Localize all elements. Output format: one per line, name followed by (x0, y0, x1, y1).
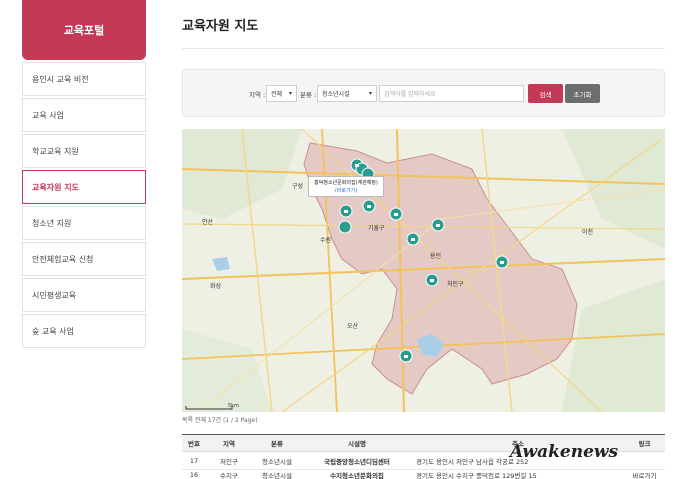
category-select[interactable]: 청소년시설 ▾ (317, 85, 377, 102)
row-region: 수지구 (220, 471, 238, 479)
watermark-text: Awakenews (510, 442, 619, 462)
col-header-name: 시설명 (348, 440, 366, 448)
result-count: 목록 전체 17건 (1 / 2 Page) (182, 417, 258, 424)
map-canvas (182, 129, 665, 412)
map-place-label: 용인 (430, 253, 442, 260)
search-panel: 지역 : 전체 ▾ 분류 : 청소년시설 ▾ 검색어를 입력하세요 검색 초기화 (182, 69, 665, 117)
col-header-link: 링크 (638, 440, 651, 448)
row-name: 국립중앙청소년디딤센터 (324, 457, 390, 466)
category-select-value: 청소년시설 (322, 91, 350, 98)
map-place-label: 오산 (347, 323, 359, 330)
tooltip-link[interactable]: (바로가기) (311, 187, 381, 194)
row-name: 수지청소년문화의집 (330, 471, 384, 479)
map-scale-label: 5km (228, 403, 239, 409)
region-select[interactable]: 전체 ▾ (266, 85, 297, 102)
chevron-down-icon: ▾ (368, 90, 372, 97)
col-header-category: 분류 (271, 440, 283, 448)
col-header-region: 지역 (223, 440, 235, 448)
row-category: 청소년시설 (262, 457, 292, 466)
chevron-down-icon: ▾ (288, 90, 292, 97)
col-header-no: 번호 (188, 440, 200, 448)
map-tooltip: 흥덕청소년문화의집(계관예정) (바로가기) (308, 176, 384, 197)
sidebar-title: 교육포털 (22, 0, 146, 60)
row-category: 청소년시설 (262, 471, 292, 479)
sidebar-item-education-vision[interactable]: 용인시 교육 비전 (22, 62, 146, 96)
sidebar: 교육포털 용인시 교육 비전 교육 사업 학교교육 지원 교육자원 지도 청소년… (22, 0, 146, 348)
row-no: 17 (189, 456, 199, 465)
tooltip-title: 흥덕청소년문화의집(계관예정) (314, 180, 378, 186)
row-link[interactable]: 바로가기 (624, 470, 665, 479)
table-row: 16 수지구 청소년시설 수지청소년문화의집 경기도 용인시 수지구 풍덕천로 … (182, 470, 665, 479)
keyword-input[interactable]: 검색어를 입력하세요 (379, 85, 524, 102)
map-place-label: 구성 (292, 183, 304, 190)
row-link[interactable] (624, 452, 665, 469)
region-label: 지역 : (249, 91, 266, 99)
sidebar-menu: 용인시 교육 비전 교육 사업 학교교육 지원 교육자원 지도 청소년 지원 안… (22, 62, 146, 348)
sidebar-item-education-projects[interactable]: 교육 사업 (22, 98, 146, 132)
sidebar-item-lifelong-education[interactable]: 시민평생교육 (22, 278, 146, 312)
map-place-label: 수원 (320, 237, 332, 244)
region-select-value: 전체 (271, 91, 283, 98)
row-no: 16 (189, 470, 199, 479)
resource-map[interactable]: 구성 수원 기흥구 처인구 용인 오산 이천 안산 화성 흥덕청소년문화의집(계… (182, 129, 665, 412)
map-place-label: 처인구 (447, 281, 464, 288)
map-place-label: 화성 (210, 283, 222, 290)
watermark-logo: Awakenews (510, 434, 618, 470)
map-place-label: 안산 (202, 219, 214, 226)
map-place-label: 이천 (582, 229, 594, 236)
reset-button[interactable]: 초기화 (565, 84, 600, 103)
map-place-label: 기흥구 (368, 225, 385, 232)
search-button[interactable]: 검색 (528, 84, 563, 103)
sidebar-item-resource-map[interactable]: 교육자원 지도 (22, 170, 146, 204)
page-title: 교육자원 지도 (182, 19, 259, 34)
sidebar-item-forest-education[interactable]: 숲 교육 사업 (22, 314, 146, 348)
sidebar-item-youth-support[interactable]: 청소년 지원 (22, 206, 146, 240)
row-address: 경기도 용인시 수지구 풍덕천로 129번길 15 (416, 471, 537, 479)
category-label: 분류 : (300, 91, 317, 99)
row-region: 처인구 (220, 457, 238, 466)
sidebar-item-safety-training[interactable]: 안전체험교육 신청 (22, 242, 146, 276)
sidebar-item-school-support[interactable]: 학교교육 지원 (22, 134, 146, 168)
title-divider (182, 48, 665, 49)
